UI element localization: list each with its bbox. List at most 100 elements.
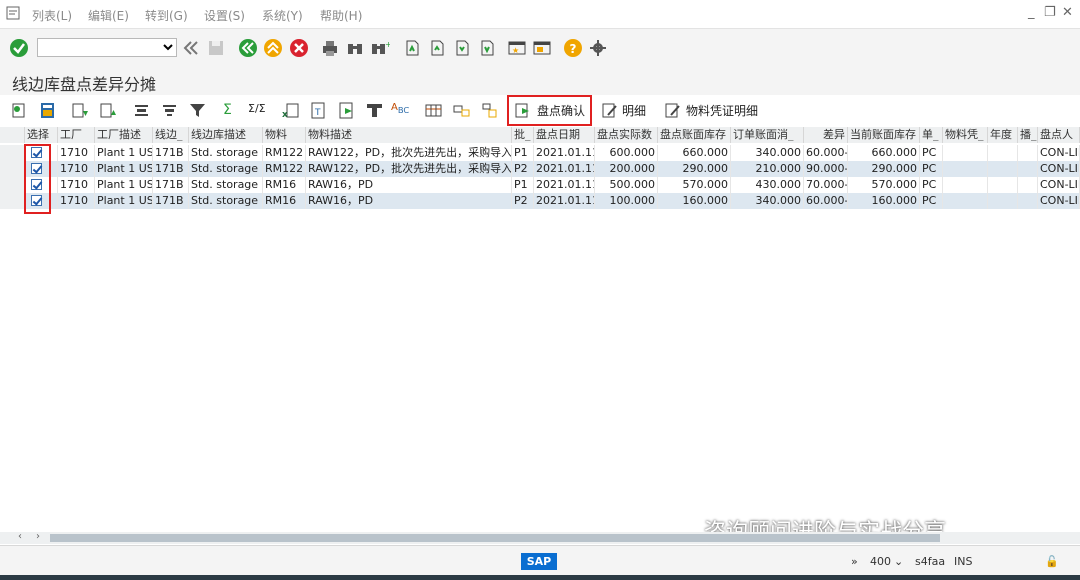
cell-extra[interactable] xyxy=(1018,145,1038,161)
command-field-select[interactable] xyxy=(38,39,176,56)
cell-year[interactable] xyxy=(988,193,1018,209)
scroll-thumb[interactable] xyxy=(50,534,940,542)
col-header-material[interactable]: 物料 xyxy=(263,127,306,143)
cell-current-stock[interactable]: 290.000 xyxy=(848,161,920,177)
horizontal-scrollbar[interactable]: ‹ › xyxy=(0,531,1080,544)
cell-counter[interactable]: CON-LII xyxy=(1038,145,1080,161)
find-next-row-icon[interactable] xyxy=(160,101,179,120)
cell-line-loc[interactable]: 171B xyxy=(153,145,189,161)
help-icon[interactable]: ? xyxy=(563,38,583,58)
select-cell[interactable] xyxy=(25,161,58,177)
cell-line-loc-desc[interactable]: Std. storage 2 xyxy=(189,145,263,161)
cell-line-loc[interactable]: 171B xyxy=(153,193,189,209)
menu-system[interactable]: 系统(Y) xyxy=(262,7,303,24)
detail-edit-icon[interactable] xyxy=(600,101,619,120)
inventory-confirm-icon[interactable] xyxy=(513,101,532,120)
cell-line-loc[interactable]: 171B xyxy=(153,177,189,193)
table-row[interactable]: 1710 Plant 1 US 171B Std. storage 2 RM12… xyxy=(0,145,1080,161)
col-header-counter[interactable]: 盘点人 xyxy=(1038,127,1080,143)
inventory-confirm-button[interactable]: 盘点确认 xyxy=(537,102,585,119)
select-cell[interactable] xyxy=(25,145,58,161)
detail-button[interactable]: 明细 xyxy=(622,102,646,119)
find-icon[interactable] xyxy=(345,38,365,58)
sum-icon[interactable]: Σ xyxy=(223,102,232,118)
local-file-icon[interactable] xyxy=(337,101,356,120)
cell-material[interactable]: RM16 xyxy=(263,193,306,209)
graphic-icon[interactable] xyxy=(424,101,443,120)
material-doc-detail-button[interactable]: 物料凭证明细 xyxy=(686,102,758,119)
cell-actual-qty[interactable]: 500.000 xyxy=(595,177,658,193)
cell-plant[interactable]: 1710 xyxy=(58,145,95,161)
lock-icon[interactable]: 🔓 xyxy=(1045,555,1059,568)
close-window-button[interactable]: ✕ xyxy=(1062,5,1073,20)
previous-page-icon[interactable] xyxy=(427,38,447,58)
col-header-plant-desc[interactable]: 工厂描述 xyxy=(95,127,153,143)
select-checkbox[interactable] xyxy=(31,179,42,190)
cell-difference[interactable]: 70.000- xyxy=(804,177,848,193)
create-session-icon[interactable]: ★ xyxy=(507,38,527,58)
find-next-icon[interactable]: + xyxy=(370,38,390,58)
cell-material-doc[interactable] xyxy=(943,145,988,161)
cell-plant[interactable]: 1710 xyxy=(58,193,95,209)
maximize-button[interactable]: ❐ xyxy=(1044,5,1056,20)
cell-material-doc[interactable] xyxy=(943,161,988,177)
change-layout-icon[interactable] xyxy=(452,101,471,120)
settings-gear-icon[interactable] xyxy=(588,38,608,58)
insert-mode[interactable]: INS xyxy=(954,555,972,568)
cell-year[interactable] xyxy=(988,145,1018,161)
cell-unit[interactable]: PC xyxy=(920,161,943,177)
back-icon[interactable] xyxy=(238,38,258,58)
cell-batch[interactable]: P1 xyxy=(512,145,534,161)
cell-unit[interactable]: PC xyxy=(920,193,943,209)
menu-goto[interactable]: 转到(G) xyxy=(145,7,188,24)
cell-plant-desc[interactable]: Plant 1 US xyxy=(95,193,153,209)
select-layout-icon[interactable] xyxy=(480,101,499,120)
cell-book-stock[interactable]: 160.000 xyxy=(658,193,731,209)
cancel-icon[interactable] xyxy=(289,38,309,58)
subtotal-icon[interactable]: Σ/Σ xyxy=(248,102,266,115)
cell-current-stock[interactable]: 160.000 xyxy=(848,193,920,209)
save-icon[interactable] xyxy=(206,38,226,58)
cell-material-desc[interactable]: RAW16，PD xyxy=(306,193,512,209)
menu-edit[interactable]: 编辑(E) xyxy=(88,7,129,24)
cell-actual-qty[interactable]: 200.000 xyxy=(595,161,658,177)
chevron-down-icon[interactable]: ⌄ xyxy=(894,555,903,568)
col-header-count-date[interactable]: 盘点日期 xyxy=(534,127,595,143)
cell-batch[interactable]: P2 xyxy=(512,193,534,209)
enter-icon[interactable] xyxy=(9,38,29,58)
cell-plant[interactable]: 1710 xyxy=(58,177,95,193)
first-page-icon[interactable] xyxy=(402,38,422,58)
cell-difference[interactable]: 60.000- xyxy=(804,145,848,161)
sort-descending-icon[interactable] xyxy=(99,101,118,120)
col-header-material-desc[interactable]: 物料描述 xyxy=(306,127,512,143)
table-row[interactable]: 1710 Plant 1 US 171B Std. storage 2 RM12… xyxy=(0,161,1080,177)
table-row[interactable]: 1710 Plant 1 US 171B Std. storage 2 RM16… xyxy=(0,193,1080,209)
cell-line-loc-desc[interactable]: Std. storage 2 xyxy=(189,161,263,177)
cell-current-stock[interactable]: 660.000 xyxy=(848,145,920,161)
cell-plant-desc[interactable]: Plant 1 US xyxy=(95,177,153,193)
cell-plant-desc[interactable]: Plant 1 US xyxy=(95,161,153,177)
cell-count-date[interactable]: 2021.01.11 xyxy=(534,161,595,177)
exit-icon[interactable] xyxy=(263,38,283,58)
cell-line-loc-desc[interactable]: Std. storage 2 xyxy=(189,193,263,209)
cell-counter[interactable]: CON-LII xyxy=(1038,177,1080,193)
col-header-plant[interactable]: 工厂 xyxy=(58,127,95,143)
col-header-unit[interactable]: 单_ xyxy=(920,127,943,143)
cell-actual-qty[interactable]: 600.000 xyxy=(595,145,658,161)
cell-difference[interactable]: 60.000- xyxy=(804,193,848,209)
col-header-current-stock[interactable]: 当前账面库存 xyxy=(848,127,920,143)
col-header-order-consume[interactable]: 订单账面消_ xyxy=(731,127,804,143)
col-header-year[interactable]: 年度 xyxy=(988,127,1018,143)
cell-material[interactable]: RM16 xyxy=(263,177,306,193)
cell-batch[interactable]: P2 xyxy=(512,161,534,177)
cell-material-desc[interactable]: RAW122，PD，批次先进先出，采购导入 xyxy=(306,145,512,161)
scroll-right-icon[interactable]: › xyxy=(36,531,40,542)
col-header-actual-qty[interactable]: 盘点实际数 xyxy=(595,127,658,143)
cell-counter[interactable]: CON-LII xyxy=(1038,161,1080,177)
details-icon[interactable] xyxy=(10,101,29,120)
cell-plant-desc[interactable]: Plant 1 US xyxy=(95,145,153,161)
cell-counter[interactable]: CON-LII xyxy=(1038,193,1080,209)
menu-settings[interactable]: 设置(S) xyxy=(204,7,245,24)
cell-year[interactable] xyxy=(988,177,1018,193)
cell-order-consume[interactable]: 430.000 xyxy=(731,177,804,193)
